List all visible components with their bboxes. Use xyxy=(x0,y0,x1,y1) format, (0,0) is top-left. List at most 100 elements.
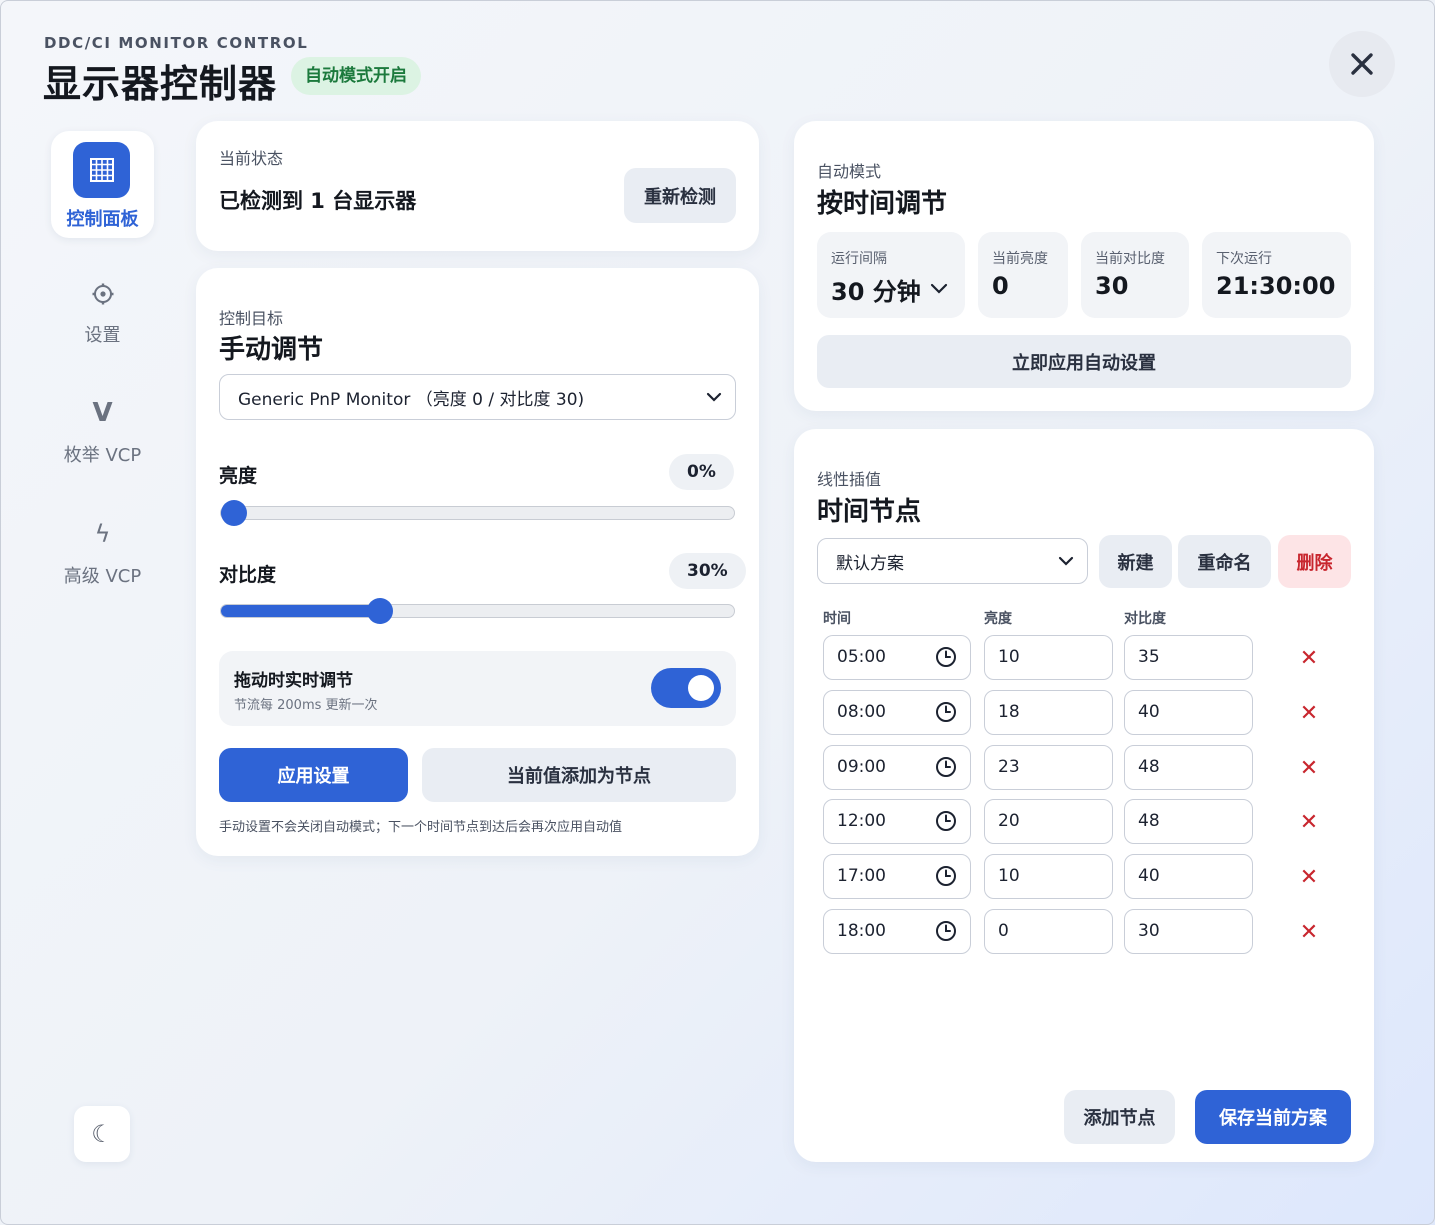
col-header-brightness: 亮度 xyxy=(984,611,1012,627)
contrast-value-pill: 30% xyxy=(669,553,746,589)
new-scheme-button[interactable]: 新建 xyxy=(1099,535,1172,588)
node-contrast-input[interactable]: 48 xyxy=(1124,745,1253,790)
delete-node-button[interactable]: ✕ xyxy=(1297,647,1321,671)
node-contrast-input[interactable]: 40 xyxy=(1124,854,1253,899)
realtime-desc: 节流每 200ms 更新一次 xyxy=(234,698,378,713)
node-time-input[interactable]: 17:00 xyxy=(823,854,971,899)
clock-icon[interactable] xyxy=(935,810,957,832)
clock-icon[interactable] xyxy=(935,701,957,723)
delete-node-button[interactable]: ✕ xyxy=(1297,702,1321,726)
moon-icon: ☾ xyxy=(91,1120,113,1148)
redetect-button[interactable]: 重新检测 xyxy=(624,168,736,223)
node-brightness-input[interactable]: 10 xyxy=(984,635,1113,680)
current-contrast-label: 当前对比度 xyxy=(1095,251,1165,267)
next-run-stat: 下次运行 21:30:00 xyxy=(1202,232,1351,318)
app-subtitle: DDC/CI MONITOR CONTROL xyxy=(44,34,309,52)
monitor-select-value: Generic PnP Monitor （亮度 0 / 对比度 30) xyxy=(238,389,585,410)
contrast-slider-thumb[interactable] xyxy=(367,598,394,624)
col-header-time: 时间 xyxy=(823,611,851,627)
apply-settings-button[interactable]: 应用设置 xyxy=(219,748,408,802)
node-time-input[interactable]: 12:00 xyxy=(823,799,971,844)
add-node-button[interactable]: 添加节点 xyxy=(1064,1090,1175,1144)
close-icon xyxy=(1351,53,1373,75)
contrast-label: 对比度 xyxy=(219,564,277,586)
close-button[interactable] xyxy=(1329,31,1395,97)
interval-label: 运行间隔 xyxy=(831,251,887,267)
sidebar-item-settings[interactable]: 设置 xyxy=(51,277,154,347)
delete-node-button[interactable]: ✕ xyxy=(1297,921,1321,945)
auto-mode-badge: 自动模式开启 xyxy=(291,57,421,95)
node-time-value: 12:00 xyxy=(837,811,886,831)
node-contrast-input[interactable]: 30 xyxy=(1124,909,1253,954)
delete-node-button[interactable]: ✕ xyxy=(1297,757,1321,781)
brightness-value-pill: 0% xyxy=(669,454,734,490)
current-contrast-value: 30 xyxy=(1095,272,1129,300)
next-run-label: 下次运行 xyxy=(1216,251,1272,267)
node-brightness-input[interactable]: 23 xyxy=(984,745,1113,790)
chevron-down-icon xyxy=(1058,556,1074,566)
sidebar-item-dashboard[interactable]: 控制面板 xyxy=(51,131,154,238)
monitor-select[interactable]: Generic PnP Monitor （亮度 0 / 对比度 30) xyxy=(219,374,736,420)
manual-title: 手动调节 xyxy=(219,335,324,365)
interval-select[interactable]: 运行间隔 30 分钟 xyxy=(817,232,965,318)
delete-node-button[interactable]: ✕ xyxy=(1297,811,1321,835)
chevron-down-icon xyxy=(706,392,722,402)
clock-icon[interactable] xyxy=(935,865,957,887)
scheme-select-value: 默认方案 xyxy=(836,553,904,574)
status-card: 当前状态 已检测到 1 台显示器 重新检测 xyxy=(196,121,759,251)
brightness-slider[interactable] xyxy=(220,500,735,526)
clock-icon[interactable] xyxy=(935,920,957,942)
node-time-value: 18:00 xyxy=(837,921,886,941)
interval-value: 30 分钟 xyxy=(831,278,921,306)
node-brightness-input[interactable]: 10 xyxy=(984,854,1113,899)
contrast-slider[interactable] xyxy=(220,598,735,624)
nodes-eyebrow: 线性插值 xyxy=(817,470,882,489)
realtime-toggle[interactable] xyxy=(651,668,721,708)
node-time-value: 17:00 xyxy=(837,866,886,886)
add-as-node-button[interactable]: 当前值添加为节点 xyxy=(422,748,736,802)
manual-note: 手动设置不会关闭自动模式；下一个时间节点到达后会再次应用自动值 xyxy=(219,820,623,835)
auto-title: 按时间调节 xyxy=(817,189,948,219)
contrast-slider-fill xyxy=(221,605,381,617)
save-scheme-button[interactable]: 保存当前方案 xyxy=(1195,1090,1351,1144)
current-contrast-stat: 当前对比度 30 xyxy=(1081,232,1189,318)
current-brightness-label: 当前亮度 xyxy=(992,251,1048,267)
app-window: DDC/CI MONITOR CONTROL 显示器控制器 自动模式开启 控制面… xyxy=(0,0,1435,1225)
col-header-contrast: 对比度 xyxy=(1124,611,1166,627)
theme-toggle-button[interactable]: ☾ xyxy=(74,1106,130,1162)
apply-auto-now-button[interactable]: 立即应用自动设置 xyxy=(817,335,1351,388)
bolt-icon: ϟ xyxy=(94,520,111,548)
node-time-input[interactable]: 08:00 xyxy=(823,690,971,735)
realtime-toggle-row: 拖动时实时调节 节流每 200ms 更新一次 xyxy=(219,651,736,726)
node-time-value: 09:00 xyxy=(837,757,886,777)
toggle-knob xyxy=(688,675,714,701)
sidebar-item-label: 高级 VCP xyxy=(63,566,142,587)
sidebar-item-advanced-vcp[interactable]: ϟ 高级 VCP xyxy=(51,518,154,588)
node-contrast-input[interactable]: 48 xyxy=(1124,799,1253,844)
node-brightness-input[interactable]: 18 xyxy=(984,690,1113,735)
sidebar-item-label: 控制面板 xyxy=(66,209,139,230)
clock-icon[interactable] xyxy=(935,646,957,668)
rename-scheme-button[interactable]: 重命名 xyxy=(1178,535,1271,588)
sidebar-item-enum-vcp[interactable]: V 枚举 VCP xyxy=(51,397,154,467)
delete-scheme-button[interactable]: 删除 xyxy=(1278,535,1351,588)
node-time-value: 05:00 xyxy=(837,647,886,667)
node-time-input[interactable]: 09:00 xyxy=(823,745,971,790)
current-brightness-value: 0 xyxy=(992,272,1009,300)
nodes-title: 时间节点 xyxy=(817,497,922,527)
node-contrast-input[interactable]: 35 xyxy=(1124,635,1253,680)
node-brightness-input[interactable]: 0 xyxy=(984,909,1113,954)
brightness-slider-thumb[interactable] xyxy=(220,500,247,526)
grid-icon xyxy=(73,142,130,198)
manual-eyebrow: 控制目标 xyxy=(219,309,284,328)
clock-icon[interactable] xyxy=(935,756,957,778)
auto-eyebrow: 自动模式 xyxy=(817,162,882,181)
node-contrast-input[interactable]: 40 xyxy=(1124,690,1253,735)
node-brightness-input[interactable]: 20 xyxy=(984,799,1113,844)
app-title: 显示器控制器 xyxy=(43,62,278,106)
v-icon: V xyxy=(92,398,113,428)
node-time-input[interactable]: 18:00 xyxy=(823,909,971,954)
node-time-input[interactable]: 05:00 xyxy=(823,635,971,680)
scheme-select[interactable]: 默认方案 xyxy=(817,538,1088,584)
delete-node-button[interactable]: ✕ xyxy=(1297,866,1321,890)
